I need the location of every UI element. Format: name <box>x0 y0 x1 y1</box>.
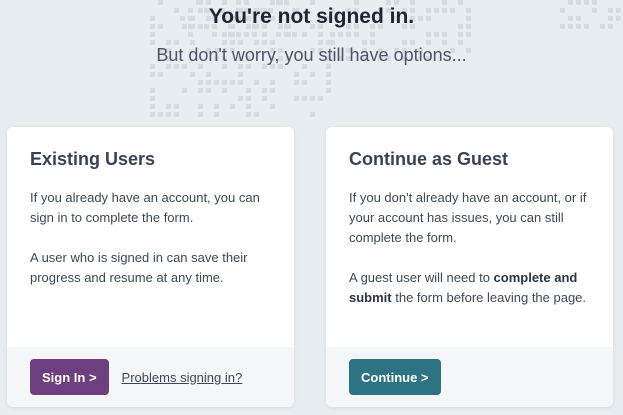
existing-users-title: Existing Users <box>30 149 156 169</box>
guest-title: Continue as Guest <box>349 149 509 169</box>
continue-as-guest-button[interactable]: Continue > <box>349 359 441 395</box>
guest-text-2-start: A guest user will need to <box>349 270 494 285</box>
existing-users-card: Existing Users If you already have an ac… <box>7 127 294 407</box>
guest-text-2: A guest user will need to complete and s… <box>349 268 590 308</box>
guest-footer: Continue > <box>326 347 613 407</box>
existing-users-text-1: If you already have an account, you can … <box>30 190 260 225</box>
existing-users-text-2: A user who is signed in can save their p… <box>30 250 248 285</box>
problems-signing-in-link[interactable]: Problems signing in? <box>122 370 243 385</box>
guest-text-1: If you don't already have an account, or… <box>349 190 587 245</box>
existing-users-footer: Sign In > Problems signing in? <box>7 347 294 407</box>
page-subtitle: But don't worry, you still have options.… <box>156 45 467 65</box>
guest-card: Continue as Guest If you don't already h… <box>326 127 613 407</box>
sign-in-button[interactable]: Sign In > <box>30 359 109 395</box>
page-title: You're not signed in. <box>208 5 415 28</box>
guest-text-2-end: the form before leaving the page. <box>391 290 587 305</box>
